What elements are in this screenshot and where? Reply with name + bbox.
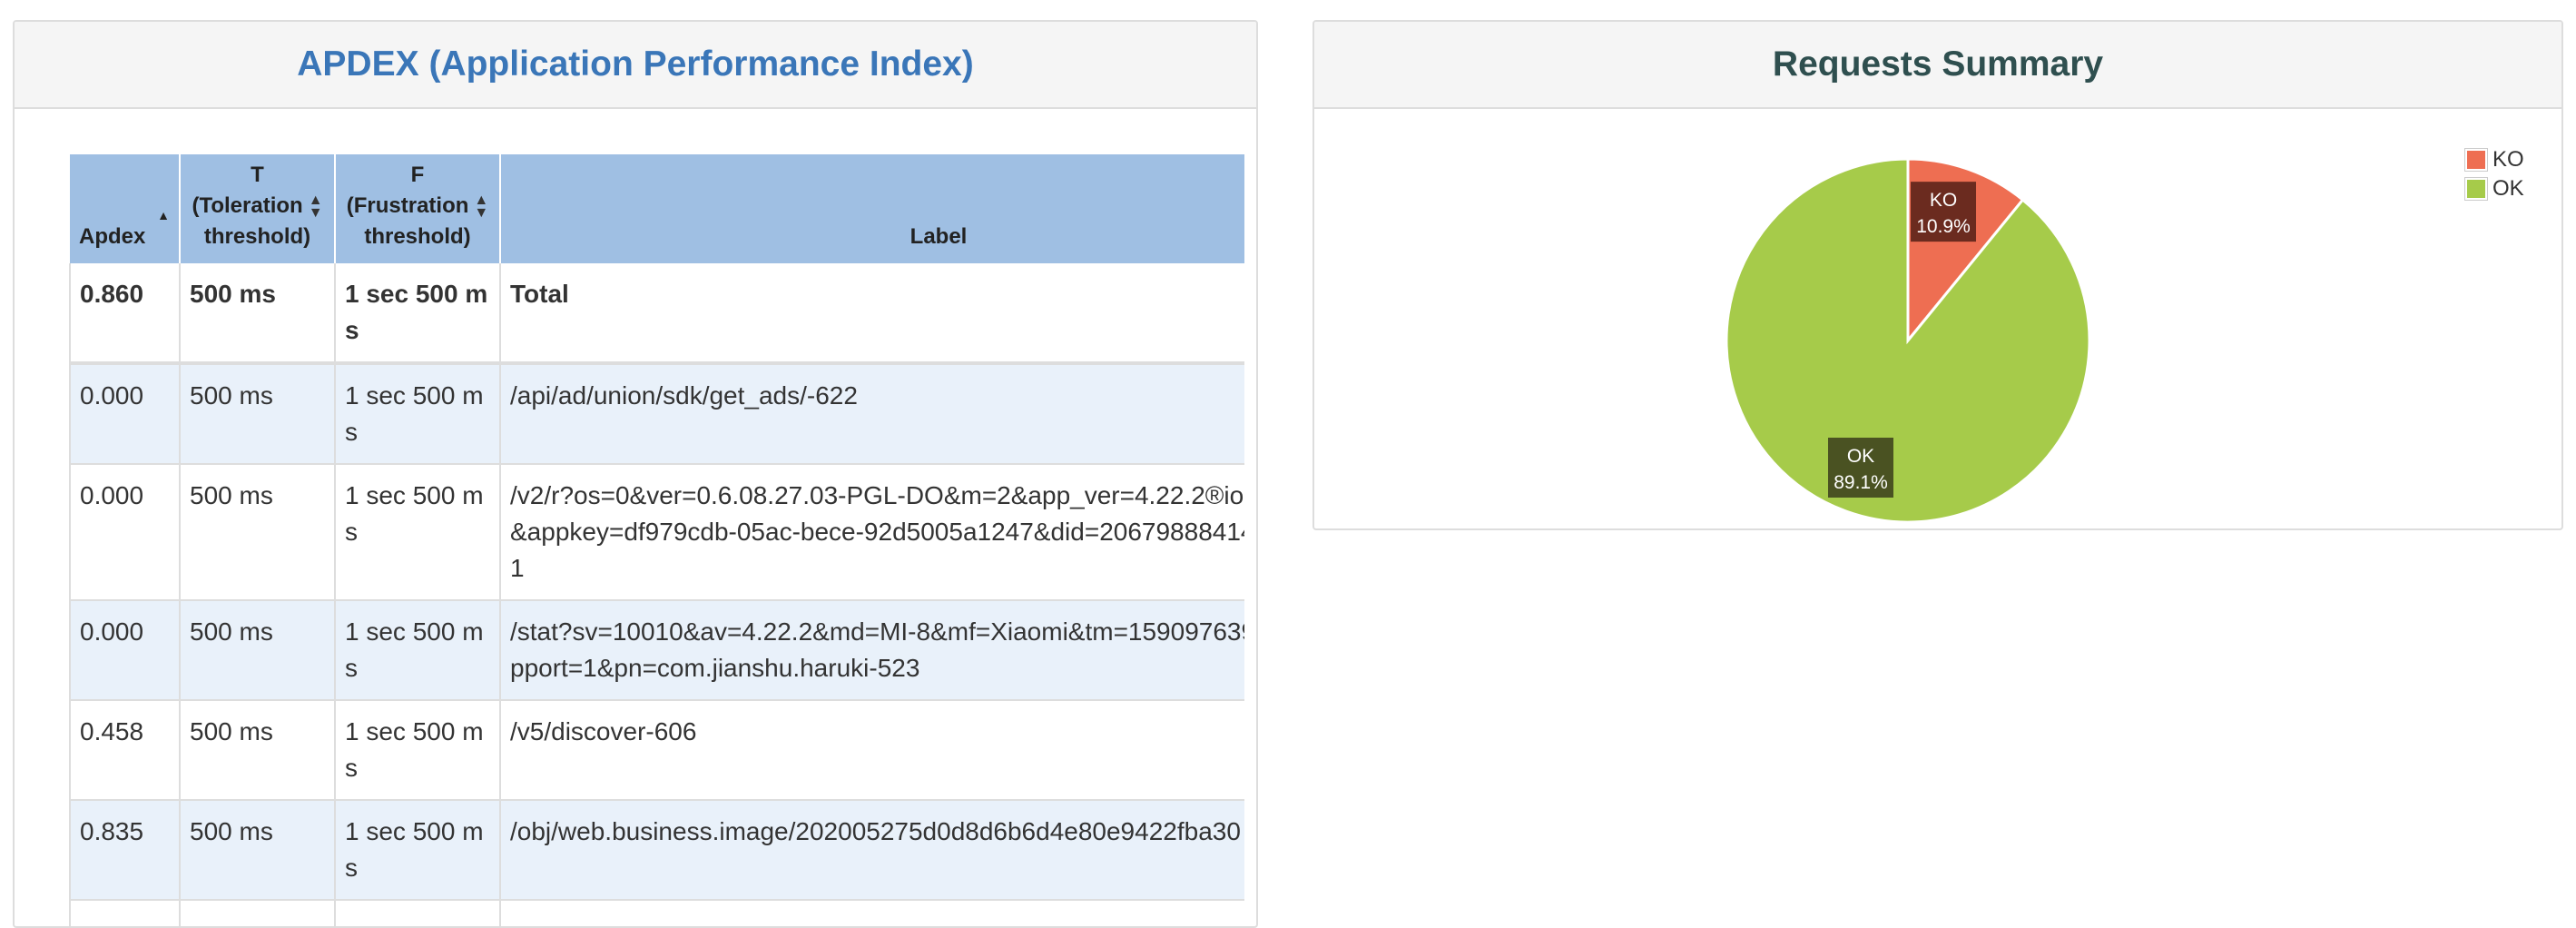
cell-t: 500 ms [179, 363, 336, 465]
cell-apdex: 0.458 [69, 700, 181, 801]
pie-slice-ok[interactable] [1725, 157, 2091, 524]
cell-f: 1 sec 500 ms [334, 464, 501, 601]
table-row: 0.835 500 ms 1 sec 500 ms /obj/web.busin… [69, 800, 1244, 901]
cell-label: /v2/r?os=0&ver=0.6.08.27.03-PGL-DO&m=2&a… [499, 464, 1244, 601]
column-header-t-line3: threshold) [203, 224, 311, 249]
legend-item-ok[interactable]: OK [2465, 174, 2524, 203]
cell-f: 1 sec 500 ms [334, 800, 501, 901]
sort-icon[interactable]: ▲ ▼ [309, 193, 323, 220]
table-row-total: 0.860 500 ms 1 sec 500 ms Total [69, 263, 1244, 365]
cell-apdex: 0.000 [69, 464, 181, 601]
legend-label-ko: KO [2492, 147, 2524, 172]
column-header-f-line2: (Frustration [346, 193, 469, 218]
apdex-table-header-row: ▲ Apdex T (Toleration ▲ ▼ threshold) F (Fr… [70, 154, 1244, 263]
cell-t [179, 900, 336, 926]
cell-apdex: 0.835 [69, 800, 181, 901]
pie-label-percent: 10.9% [1916, 216, 1971, 237]
cell-t: 500 ms [179, 464, 336, 601]
cell-label: /v5/discover-606 [499, 700, 1244, 801]
column-header-f[interactable]: F (Frustration ▲ ▼ threshold) [335, 154, 501, 263]
sort-icon[interactable]: ▲ ▼ [474, 193, 488, 220]
cell-t: 500 ms [179, 263, 336, 365]
pie-label-ko: KO 10.9% [1911, 182, 1977, 242]
cell-label: /obj/web.business.image/202005275d0d8d6b… [499, 800, 1244, 901]
pie-legend: KO OK [2465, 145, 2524, 203]
cell-f: 1 sec 500 ms [334, 700, 501, 801]
column-header-apdex[interactable]: ▲ Apdex [70, 154, 181, 263]
cell-t: 500 ms [179, 700, 336, 801]
pie-label-ok: OK 89.1% [1828, 438, 1893, 498]
cell-apdex [69, 900, 181, 926]
legend-swatch-ok [2465, 178, 2487, 200]
column-header-label[interactable]: Label [500, 154, 1244, 263]
apdex-panel: APDEX (Application Performance Index) ▲ … [13, 20, 1258, 928]
pie-label-name: KO [1930, 190, 1957, 211]
requests-pie-chart[interactable]: KO 10.9% OK 89.1% [1314, 109, 2561, 528]
table-row: 0.000 500 ms 1 sec 500 ms /api/ad/union/… [69, 363, 1244, 465]
cell-t: 500 ms [179, 600, 336, 701]
cell-f: 1 sec 500 ms [334, 263, 501, 365]
column-header-f-line1: F [410, 163, 425, 187]
column-header-t-line2: (Toleration [192, 193, 303, 218]
cell-apdex: 0.000 [69, 363, 181, 465]
column-header-apdex-label: Apdex [79, 224, 146, 249]
summary-title: Requests Summary [1772, 44, 2104, 84]
legend-item-ko[interactable]: KO [2465, 145, 2524, 174]
legend-label-ok: OK [2492, 176, 2524, 201]
table-row: 0.000 500 ms 1 sec 500 ms /stat?sv=10010… [69, 600, 1244, 701]
pie-label-name: OK [1847, 446, 1874, 467]
cell-label: /api/ad/union/sdk/get_ads/-622 [499, 363, 1244, 465]
apdex-table: ▲ Apdex T (Toleration ▲ ▼ threshold) F (Fr… [69, 154, 1244, 926]
apdex-panel-heading: APDEX (Application Performance Index) [15, 22, 1256, 109]
cell-f: 1 sec 500 ms [334, 600, 501, 701]
legend-swatch-ko [2465, 149, 2487, 171]
apdex-title[interactable]: APDEX (Application Performance Index) [297, 44, 973, 84]
pie-label-percent: 89.1% [1834, 472, 1888, 493]
cell-label: /stat?sv=10010&av=4.22.2&md=MI-8&mf=Xiao… [499, 600, 1244, 701]
column-header-label-text: Label [909, 224, 968, 249]
requests-summary-panel: Requests Summary KO 10.9% OK 89.1% [1313, 20, 2563, 530]
summary-panel-heading: Requests Summary [1314, 22, 2561, 109]
column-header-t-line1: T [251, 163, 264, 187]
table-row: 0.458 500 ms 1 sec 500 ms /v5/discover-6… [69, 700, 1244, 801]
cell-f: 1 sec 500 ms [334, 363, 501, 465]
table-row [69, 900, 1244, 926]
apdex-table-wrap: ▲ Apdex T (Toleration ▲ ▼ threshold) F (Fr… [69, 154, 1244, 926]
table-row: 0.000 500 ms 1 sec 500 ms /v2/r?os=0&ver… [69, 464, 1244, 601]
sort-asc-icon[interactable]: ▲ [79, 209, 170, 222]
cell-f [334, 900, 501, 926]
cell-apdex: 0.000 [69, 600, 181, 701]
column-header-t[interactable]: T (Toleration ▲ ▼ threshold) [180, 154, 336, 263]
cell-t: 500 ms [179, 800, 336, 901]
cell-label [499, 900, 1244, 926]
column-header-f-line3: threshold) [364, 224, 471, 249]
cell-label: Total [499, 263, 1244, 365]
cell-apdex: 0.860 [69, 263, 181, 365]
